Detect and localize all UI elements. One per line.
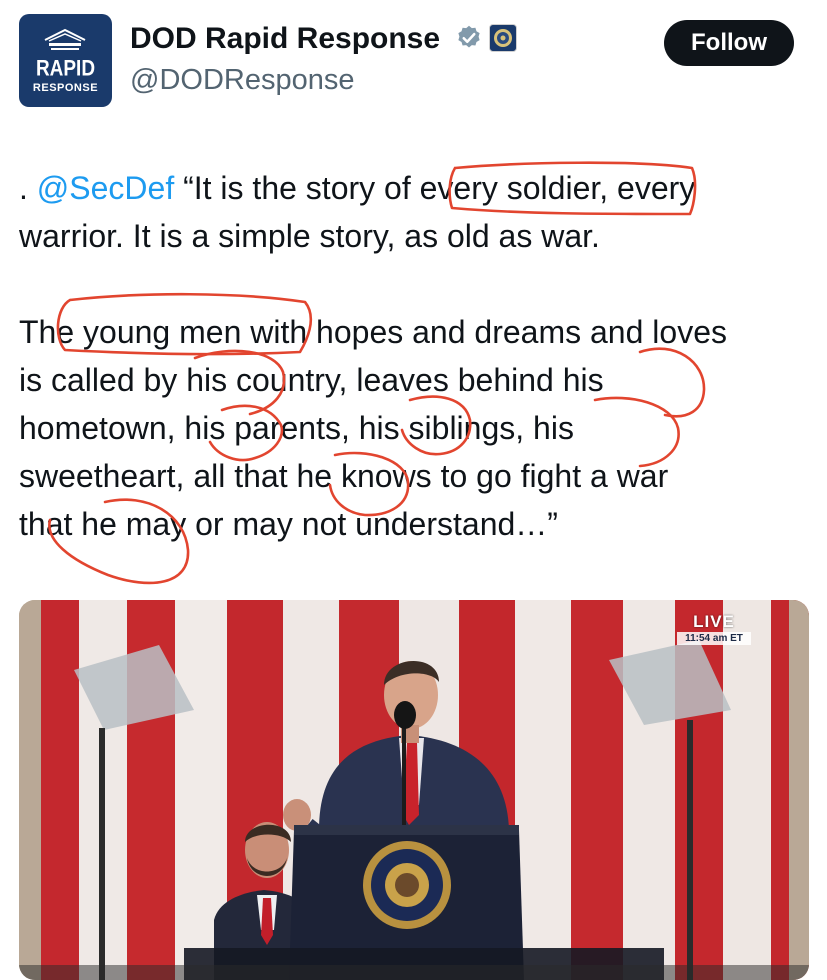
tweet-line: sweetheart, all that he knows to go figh… bbox=[19, 458, 669, 494]
avatar-text-rapid: RAPID bbox=[35, 57, 96, 82]
follow-button[interactable]: Follow bbox=[664, 20, 794, 66]
pentagon-logo-icon bbox=[44, 28, 86, 50]
tweet-line: . @SecDef “It is the story of every sold… bbox=[19, 164, 819, 212]
mention-link[interactable]: @SecDef bbox=[37, 170, 174, 206]
badges bbox=[455, 24, 517, 52]
speech-scene-image bbox=[19, 600, 809, 980]
tweet-line: hometown, his parents, his siblings, his bbox=[19, 410, 574, 446]
tweet-line: warrior. It is a simple story, as old as… bbox=[19, 218, 600, 254]
account-handle[interactable]: @DODResponse bbox=[130, 64, 354, 97]
avatar-text-response: RESPONSE bbox=[32, 82, 99, 94]
live-badge: LIVE 11:54 am ET bbox=[677, 612, 751, 645]
tweet-line: that he may or may not understand…” bbox=[19, 506, 558, 542]
live-time: 11:54 am ET bbox=[677, 632, 751, 645]
tweet-media-image[interactable]: LIVE 11:54 am ET bbox=[19, 600, 809, 980]
tweet-line-text: “It is the story of every soldier, every bbox=[174, 170, 696, 206]
verified-badge-icon[interactable] bbox=[455, 24, 483, 52]
mention-prefix: . bbox=[19, 170, 37, 206]
dod-seal-icon[interactable] bbox=[489, 24, 517, 52]
live-label: LIVE bbox=[693, 612, 735, 631]
display-name[interactable]: DOD Rapid Response bbox=[130, 22, 440, 56]
tweet-line: is called by his country, leaves behind … bbox=[19, 362, 604, 398]
tweet-line: The young men with hopes and dreams and … bbox=[19, 314, 727, 350]
tweet-text: . @SecDef “It is the story of every sold… bbox=[19, 164, 819, 548]
avatar[interactable]: RAPID RESPONSE bbox=[19, 14, 112, 107]
